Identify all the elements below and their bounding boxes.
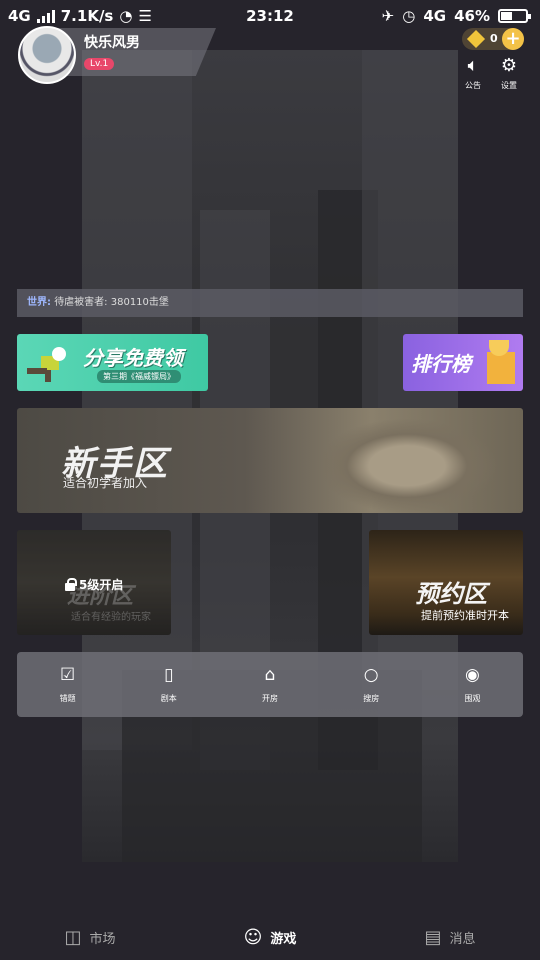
menu-label: 错题	[59, 694, 76, 703]
menu-label: 剧本	[160, 694, 177, 703]
gem-count: 0	[490, 32, 498, 45]
bottom-nav: ◫ 市场 ☺ 游戏 ▤ 消息	[0, 915, 540, 960]
ticker-text: 待虐被害者: 380110击堡	[54, 297, 169, 308]
reserve-subtitle: 提前预约准时开本	[421, 609, 509, 622]
alarm-icon: ◷	[402, 7, 416, 25]
child-face-image	[317, 408, 517, 513]
network-type-right: 4G	[423, 7, 447, 25]
username: 快乐风男	[84, 35, 140, 51]
cube-icon	[487, 352, 515, 384]
add-gem-button[interactable]: +	[502, 28, 524, 50]
book-open-icon: ◫	[64, 927, 82, 948]
battery-percent: 46%	[454, 7, 490, 25]
world-ticker[interactable]: 世界: 待虐被害者: 380110击堡	[17, 289, 523, 317]
home-icon: ⌂	[264, 665, 276, 685]
gem-icon	[466, 29, 486, 49]
newbie-subtitle: 适合初学者加入	[63, 476, 148, 490]
tab-label: 消息	[449, 932, 476, 947]
menu-item-mistakes[interactable]: ☑ 错题	[17, 652, 118, 717]
gear-icon: ⚙	[500, 55, 518, 76]
avatar[interactable]	[18, 26, 76, 84]
reservation-zone-banner[interactable]: 预约区 提前预约准时开本	[369, 530, 523, 635]
advanced-zone-banner[interactable]: 进阶区 适合有经验的玩家 5级开启	[17, 530, 171, 635]
eye-icon: ◉	[464, 665, 480, 685]
tab-messages[interactable]: ▤ 消息	[360, 915, 540, 960]
menu-item-scripts[interactable]: ▯ 剧本	[118, 652, 219, 717]
robot-icon: ☺	[243, 927, 263, 948]
action-menu: ☑ 错题 ▯ 剧本 ⌂ 开房 ○ 搜房 ◉ 围观	[17, 652, 523, 717]
menu-item-search-room[interactable]: ○ 搜房	[321, 652, 422, 717]
share-title: 分享免费领	[83, 346, 183, 370]
ranking-banner[interactable]: 排行榜	[403, 334, 523, 391]
share-subtitle: 第三期《福威镖局》	[97, 370, 181, 383]
lock-text: 5级开启	[79, 578, 124, 592]
tab-label: 市场	[89, 932, 116, 947]
reserve-title: 预约区	[415, 580, 487, 608]
chat-icon: ▤	[424, 927, 442, 948]
announcement-label: 公告	[465, 81, 481, 90]
menu-item-create-room[interactable]: ⌂ 开房	[219, 652, 320, 717]
lock-notice: 5级开启	[65, 576, 123, 593]
menu-label: 围观	[464, 694, 481, 703]
tab-label: 游戏	[270, 932, 297, 947]
menu-label: 搜房	[363, 694, 380, 703]
gem-balance[interactable]: 0 +	[462, 28, 524, 50]
announcement-button[interactable]: 🔈︎ 公告	[458, 56, 488, 91]
ranking-title: 排行榜	[411, 352, 471, 376]
battery-icon	[498, 9, 531, 23]
checkin-icon: ☑	[59, 665, 76, 685]
book-icon: ▯	[164, 665, 174, 685]
cartoon-figure-icon	[27, 347, 66, 382]
mute-icon: ✈	[381, 7, 395, 25]
search-icon: ○	[363, 665, 379, 685]
speaker-icon: 🔈︎	[467, 55, 479, 76]
ticker-label: 世界:	[27, 297, 51, 308]
menu-label: 开房	[262, 694, 278, 703]
newbie-zone-banner[interactable]: 新手区 适合初学者加入	[17, 408, 523, 513]
level-badge: Lv.1	[84, 58, 115, 70]
settings-label: 设置	[501, 81, 517, 90]
menu-item-watch[interactable]: ◉ 围观	[422, 652, 523, 717]
share-free-banner[interactable]: 分享免费领 第三期《福威镖局》	[17, 334, 208, 391]
lock-icon	[65, 577, 77, 591]
tab-games[interactable]: ☺ 游戏	[180, 915, 360, 960]
settings-button[interactable]: ⚙ 设置	[494, 56, 524, 91]
tab-market[interactable]: ◫ 市场	[0, 915, 180, 960]
